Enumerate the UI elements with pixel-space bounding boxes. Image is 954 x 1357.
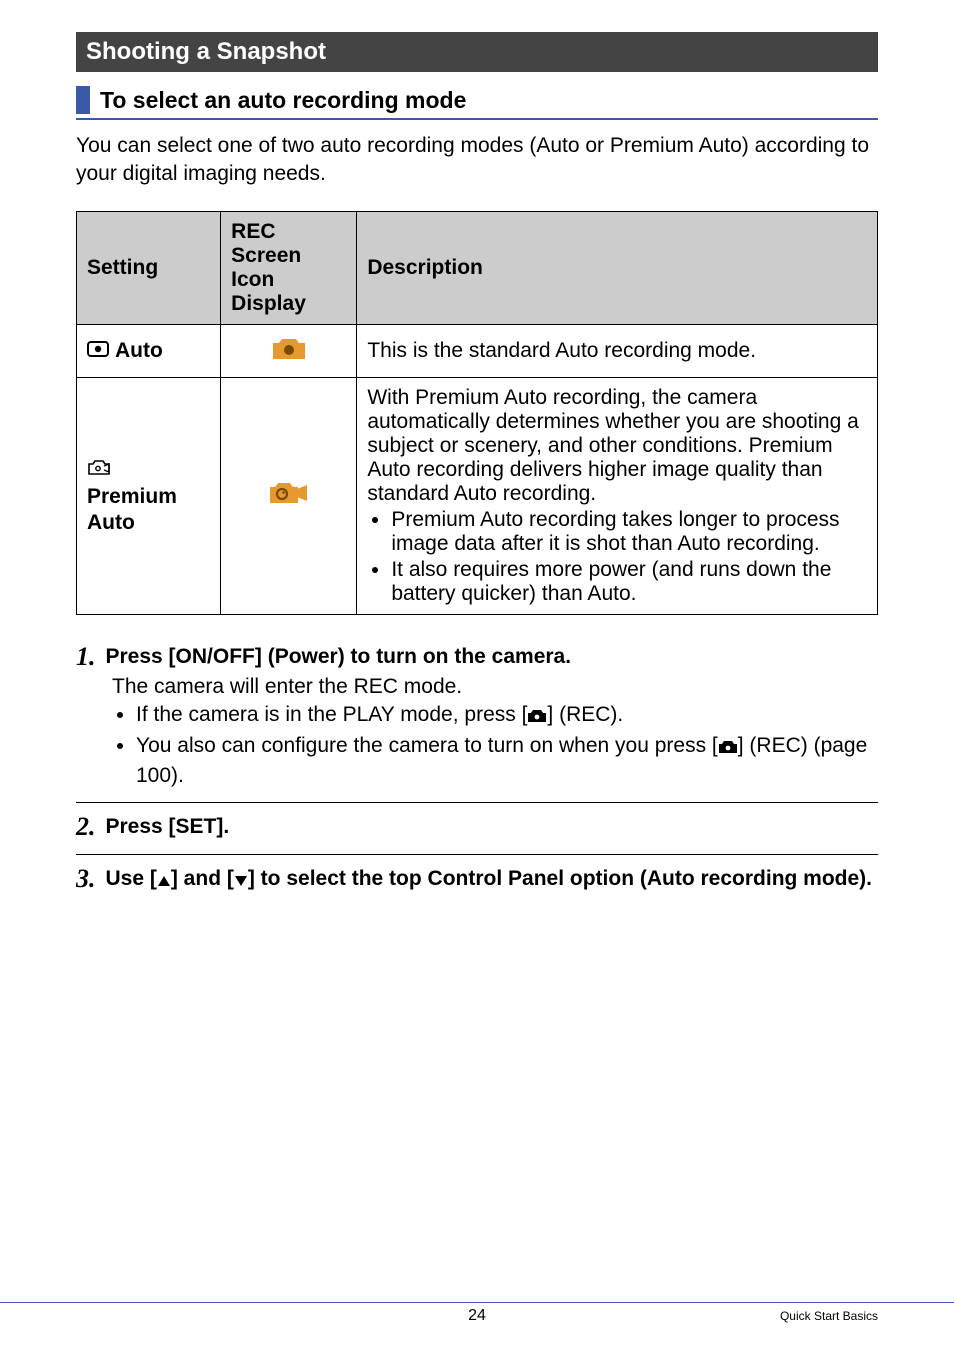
section-title: Shooting a Snapshot (86, 38, 326, 65)
step-3-title: Use [] and [] to select the top Control … (106, 865, 873, 895)
intro-paragraph: You can select one of two auto recording… (76, 132, 878, 189)
th-setting: Setting (77, 211, 221, 324)
subheading-row: To select an auto recording mode (76, 86, 878, 120)
record-mode-icon (87, 339, 109, 363)
recording-modes-table: Setting REC Screen Icon Display Descript… (76, 211, 878, 615)
step-1-number: 1. (76, 643, 96, 670)
table-header-row: Setting REC Screen Icon Display Descript… (77, 211, 878, 324)
step-1-line1: The camera will enter the REC mode. (112, 673, 878, 701)
table-row-auto: Auto This is the standard Auto recording… (77, 324, 878, 377)
subheading-text: To select an auto recording mode (100, 87, 466, 114)
step-1-bullet-1: If the camera is in the PLAY mode, press… (136, 701, 878, 731)
camera-solid-icon (718, 734, 738, 762)
step-2-title: Press [SET]. (106, 813, 230, 841)
step-2: 2. Press [SET]. (76, 802, 878, 853)
step-3-number: 3. (76, 865, 96, 892)
premium-label-text: Premium Auto (87, 485, 177, 534)
cell-premium-setting: Premium Auto (77, 377, 221, 614)
th-description: Description (357, 211, 878, 324)
triangle-up-icon (157, 867, 171, 895)
section-title-bar: Shooting a Snapshot (76, 32, 878, 72)
subheading-accent (76, 86, 90, 114)
footer-right-text: Quick Start Basics (780, 1309, 878, 1323)
cell-auto-icon (221, 324, 357, 377)
cell-premium-icon (221, 377, 357, 614)
camera-auto-icon (269, 333, 309, 369)
step-2-number: 2. (76, 813, 96, 840)
step-3: 3. Use [] and [] to select the top Contr… (76, 854, 878, 907)
step-list: 1. Press [ON/OFF] (Power) to turn on the… (76, 633, 878, 907)
cell-auto-description: This is the standard Auto recording mode… (357, 324, 878, 377)
page-footer: 24 Quick Start Basics (0, 1302, 954, 1329)
premium-outline-icon (87, 457, 111, 483)
premium-desc-bullet-2: It also requires more power (and runs do… (391, 558, 867, 606)
auto-label-text: Auto (115, 339, 163, 363)
cell-premium-description: With Premium Auto recording, the camera … (357, 377, 878, 614)
th-icon: REC Screen Icon Display (221, 211, 357, 324)
table-row-premium: Premium Auto With Premium Auto reco (77, 377, 878, 614)
cell-auto-setting: Auto (77, 324, 221, 377)
premium-desc-bullet-1: Premium Auto recording takes longer to p… (391, 508, 867, 556)
step-1-body: The camera will enter the REC mode. If t… (112, 673, 878, 790)
camera-solid-icon (527, 703, 547, 731)
step-1-bullet-2: You also can configure the camera to tur… (136, 732, 878, 791)
step-1: 1. Press [ON/OFF] (Power) to turn on the… (76, 633, 878, 803)
triangle-down-icon (234, 867, 248, 895)
camera-premium-icon (267, 477, 311, 515)
step-1-title: Press [ON/OFF] (Power) to turn on the ca… (106, 643, 572, 671)
premium-desc-intro: With Premium Auto recording, the camera … (367, 386, 858, 505)
